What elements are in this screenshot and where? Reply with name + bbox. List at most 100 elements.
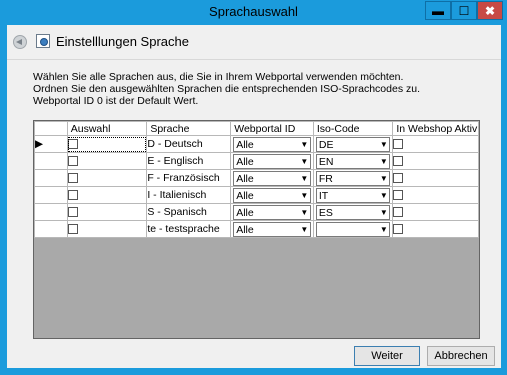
close-button[interactable]: ✖ [477,1,503,20]
webportal-cell[interactable]: Alle ▼ [230,186,314,204]
chevron-down-icon[interactable]: ▼ [299,189,310,202]
chevron-down-icon[interactable]: ▼ [378,189,389,202]
sprache-cell[interactable]: E - Englisch [146,152,232,170]
aktiv-checkbox[interactable] [393,224,404,235]
sprache-cell[interactable]: F - Französisch [146,169,232,187]
chevron-down-icon[interactable]: ▼ [378,155,389,168]
webportal-cell[interactable]: Alle ▼ [230,169,314,187]
chevron-down-icon[interactable]: ▼ [299,172,310,185]
row-header[interactable] [34,203,68,221]
chevron-down-icon[interactable]: ▼ [299,223,310,236]
iso-cell[interactable]: ES ▼ [312,203,394,221]
column-header-auswahl[interactable]: Auswahl [66,121,148,136]
row-header[interactable] [34,152,68,170]
back-icon[interactable] [13,35,27,49]
column-header-iso[interactable]: Iso-Code [312,121,394,136]
table-row[interactable]: E - Englisch Alle ▼ EN ▼ [34,152,479,170]
chevron-down-icon[interactable]: ▼ [378,138,389,151]
iso-dropdown[interactable]: ▼ [315,222,391,237]
sprache-cell[interactable]: I - Italienisch [146,186,232,204]
auswahl-checkbox[interactable] [67,224,78,235]
maximize-button[interactable]: ☐ [451,1,477,20]
chevron-down-icon[interactable]: ▼ [378,223,389,236]
minimize-button[interactable]: ▬ [425,1,451,20]
webportal-dropdown[interactable]: Alle ▼ [233,171,311,186]
iso-dropdown[interactable]: DE ▼ [315,137,391,152]
aktiv-checkbox[interactable] [393,139,404,150]
chevron-down-icon[interactable]: ▼ [299,206,310,219]
iso-cell[interactable]: EN ▼ [312,152,394,170]
sprache-cell[interactable]: te - testsprache [146,220,232,238]
webportal-value: Alle [236,190,254,202]
webportal-dropdown[interactable]: Alle ▼ [233,137,311,152]
column-header-sprache[interactable]: Sprache [146,121,232,136]
chevron-down-icon[interactable]: ▼ [378,206,389,219]
iso-value: IT [318,190,329,202]
auswahl-checkbox[interactable] [67,139,78,150]
title-bar[interactable]: Sprachauswahl ▬ ☐ ✖ [0,0,507,24]
aktiv-cell[interactable] [392,152,479,170]
table-row[interactable]: F - Französisch Alle ▼ FR ▼ [34,169,479,187]
iso-cell[interactable]: DE ▼ [312,135,394,153]
current-row-indicator[interactable]: ▶ [34,135,68,153]
iso-dropdown[interactable]: IT ▼ [315,188,391,203]
auswahl-cell[interactable] [66,169,148,187]
sprache-cell[interactable]: S - Spanisch [146,203,232,221]
auswahl-checkbox[interactable] [67,190,78,201]
iso-cell[interactable]: ▼ [312,220,394,238]
iso-dropdown[interactable]: EN ▼ [315,154,391,169]
cancel-button[interactable]: Abbrechen [427,346,495,366]
aktiv-checkbox[interactable] [393,156,404,167]
chevron-down-icon[interactable]: ▼ [378,172,389,185]
aktiv-checkbox[interactable] [393,190,404,201]
page-title: Einstelllungen Sprache [56,34,189,49]
auswahl-cell[interactable] [66,135,148,153]
next-button[interactable]: Weiter [354,346,420,366]
webportal-cell[interactable]: Alle ▼ [230,220,314,238]
auswahl-checkbox[interactable] [67,156,78,167]
row-header[interactable] [34,169,68,187]
language-grid[interactable]: Auswahl Sprache Webportal ID Iso-Code In… [33,120,480,339]
aktiv-cell[interactable] [392,203,479,221]
table-row[interactable]: ▶ D - Deutsch Alle ▼ DE ▼ [34,135,479,153]
grid-header-row: Auswahl Sprache Webportal ID Iso-Code In… [34,121,479,136]
aktiv-cell[interactable] [392,186,479,204]
instruction-line: Wählen Sie alle Sprachen aus, die Sie in… [33,71,404,83]
auswahl-checkbox[interactable] [67,173,78,184]
iso-cell[interactable]: IT ▼ [312,186,394,204]
column-header-webportal[interactable]: Webportal ID [230,121,314,136]
row-header[interactable] [34,186,68,204]
webportal-value: Alle [236,224,254,236]
webportal-cell[interactable]: Alle ▼ [230,135,314,153]
auswahl-cell[interactable] [66,220,148,238]
table-row[interactable]: I - Italienisch Alle ▼ IT ▼ [34,186,479,204]
auswahl-cell[interactable] [66,186,148,204]
aktiv-checkbox[interactable] [393,207,404,218]
iso-cell[interactable]: FR ▼ [312,169,394,187]
webportal-dropdown[interactable]: Alle ▼ [233,188,311,203]
aktiv-cell[interactable] [392,220,479,238]
aktiv-cell[interactable] [392,135,479,153]
aktiv-checkbox[interactable] [393,173,404,184]
instruction-line: Webportal ID 0 ist der Default Wert. [33,95,199,107]
dialog-window: Sprachauswahl ▬ ☐ ✖ Einstelllungen Sprac… [0,0,507,375]
chevron-down-icon[interactable]: ▼ [299,138,310,151]
column-header-aktiv[interactable]: In Webshop Aktiv [392,121,479,136]
sprache-cell[interactable]: D - Deutsch [146,135,232,153]
aktiv-cell[interactable] [392,169,479,187]
iso-dropdown[interactable]: FR ▼ [315,171,391,186]
auswahl-cell[interactable] [66,203,148,221]
webportal-dropdown[interactable]: Alle ▼ [233,222,311,237]
webportal-dropdown[interactable]: Alle ▼ [233,154,311,169]
auswahl-checkbox[interactable] [67,207,78,218]
iso-dropdown[interactable]: ES ▼ [315,205,391,220]
chevron-down-icon[interactable]: ▼ [299,155,310,168]
webportal-cell[interactable]: Alle ▼ [230,203,314,221]
webportal-cell[interactable]: Alle ▼ [230,152,314,170]
auswahl-cell[interactable] [66,152,148,170]
webportal-dropdown[interactable]: Alle ▼ [233,205,311,220]
row-header[interactable] [34,220,68,238]
table-row[interactable]: te - testsprache Alle ▼ ▼ [34,220,479,238]
language-table: Auswahl Sprache Webportal ID Iso-Code In… [34,121,479,238]
table-row[interactable]: S - Spanisch Alle ▼ ES ▼ [34,203,479,221]
